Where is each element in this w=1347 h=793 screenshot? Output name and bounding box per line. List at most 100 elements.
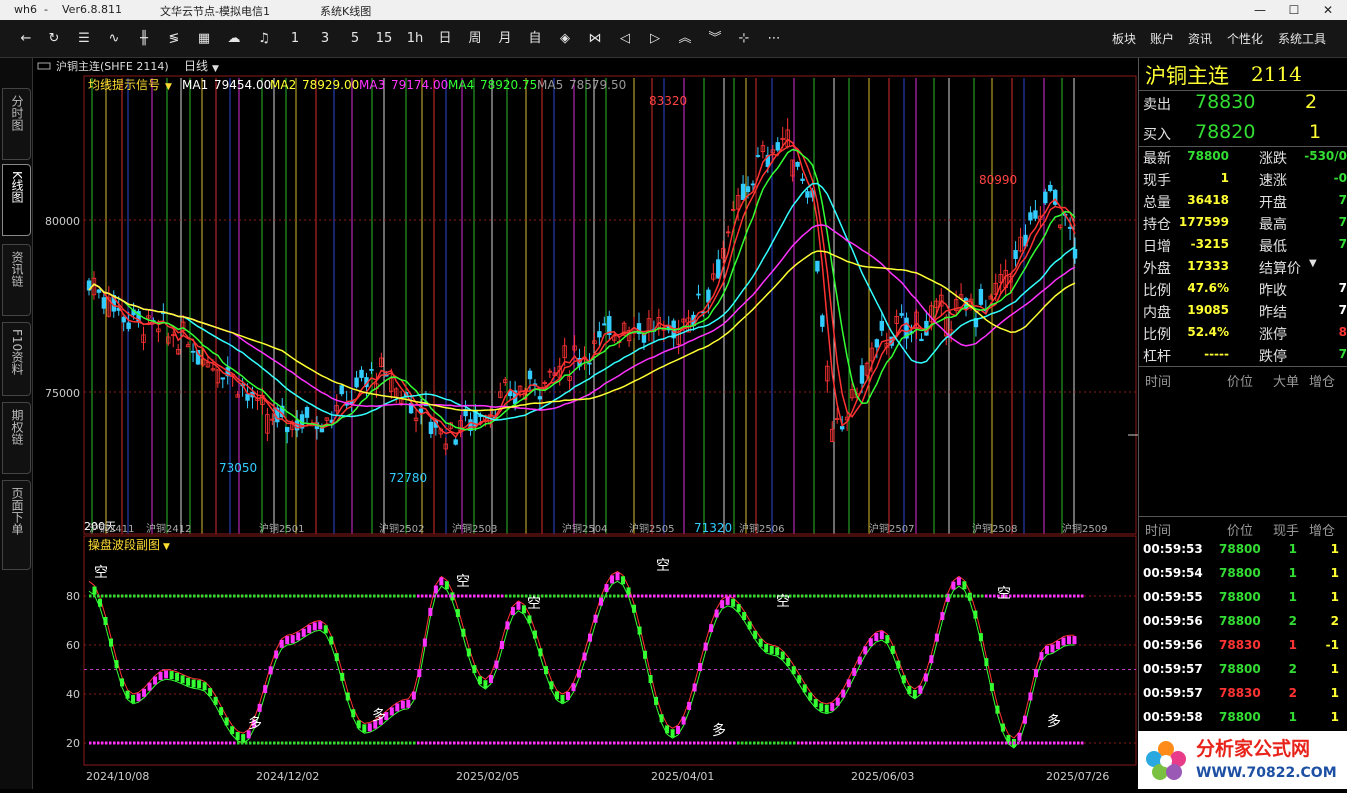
band-dot xyxy=(265,594,268,598)
band-dot xyxy=(825,594,828,598)
menu-sector[interactable]: 板块 xyxy=(1112,28,1136,50)
osc-bar xyxy=(1033,669,1038,678)
candle-body xyxy=(859,365,865,384)
tab-label: 资讯链 xyxy=(10,251,24,287)
period-week[interactable]: 周 xyxy=(465,28,485,50)
signal-marker: 空 xyxy=(527,596,541,612)
list-icon[interactable]: ☰ xyxy=(74,28,94,50)
chevron-down-icon[interactable]: ▼ xyxy=(1309,258,1317,269)
osc-bar xyxy=(521,605,526,614)
line-chart-icon[interactable]: ∿ xyxy=(104,28,124,50)
tab-news-chain[interactable]: 资讯链 xyxy=(2,244,31,316)
period-5[interactable]: 5 xyxy=(345,28,365,50)
band-dot xyxy=(669,594,672,598)
tab-f10[interactable]: F10资料 xyxy=(2,322,31,396)
kline-icon[interactable]: ╫ xyxy=(134,28,154,50)
arrow-left-icon[interactable]: ◁ xyxy=(615,28,635,50)
period-1h[interactable]: 1h xyxy=(405,28,425,50)
tab-label: 分时图 xyxy=(10,95,24,131)
tab-order[interactable]: 页面下单 xyxy=(2,480,31,570)
band-dot xyxy=(817,741,820,745)
band-dot xyxy=(897,594,900,598)
band-dot xyxy=(1057,741,1060,745)
crosshair-icon[interactable]: ⊹ xyxy=(734,28,754,50)
close-button[interactable]: ✕ xyxy=(1311,0,1345,20)
band-dot xyxy=(309,741,312,745)
band-dot xyxy=(693,594,696,598)
band-dot xyxy=(1069,741,1072,745)
band-dot xyxy=(101,741,104,745)
hourglass-icon[interactable]: ⋈ xyxy=(585,28,605,50)
period-month[interactable]: 月 xyxy=(495,28,515,50)
band-dot xyxy=(397,594,400,598)
ma-value: 79454.00 xyxy=(214,78,271,92)
minimize-button[interactable]: — xyxy=(1243,0,1277,20)
band-dot xyxy=(989,741,992,745)
menu-personalize[interactable]: 个性化 xyxy=(1227,28,1263,50)
osc-bar xyxy=(109,638,114,647)
period-day[interactable]: 日 xyxy=(435,28,455,50)
band-dot xyxy=(733,741,736,745)
osc-bar xyxy=(841,689,846,698)
cloud-icon[interactable]: ☁ xyxy=(224,28,244,50)
band-dot xyxy=(737,741,740,745)
ask-label: 卖出 xyxy=(1143,97,1171,113)
band-dot xyxy=(925,741,928,745)
band-dot xyxy=(733,594,736,598)
period-custom[interactable]: 自 xyxy=(525,28,545,50)
band-dot xyxy=(277,594,280,598)
table-icon[interactable]: ▦ xyxy=(194,28,214,50)
tab-label: 页面下单 xyxy=(10,487,24,535)
refresh-icon[interactable]: ↻ xyxy=(44,28,64,50)
osc-bar xyxy=(428,607,433,616)
osc-bar xyxy=(340,672,345,681)
tab-options[interactable]: 期权链 xyxy=(2,402,31,474)
arrow-right-icon[interactable]: ▷ xyxy=(645,28,665,50)
band-dot xyxy=(625,594,628,598)
candle-body xyxy=(696,293,701,296)
band-dot xyxy=(1045,594,1048,598)
candle-body xyxy=(527,370,533,380)
kline-chart-area[interactable]: 沪铜主连(SHFE 2114) 日线 均线提示信号 MA1 79454.00 MA2 789… xyxy=(34,58,1138,789)
arrow-up-icon[interactable]: ︽ xyxy=(675,28,695,50)
maximize-button[interactable]: ☐ xyxy=(1277,0,1311,20)
band-dot xyxy=(553,741,556,745)
band-dot xyxy=(537,741,540,745)
tick-oi: 2 xyxy=(1330,614,1339,628)
back-icon[interactable]: ← xyxy=(16,28,36,50)
menu-account[interactable]: 账户 xyxy=(1150,28,1174,50)
band-dot xyxy=(1061,741,1064,745)
osc-bar xyxy=(791,666,796,675)
menu-system-tools[interactable]: 系统工具 xyxy=(1278,28,1326,50)
ma-name: MA4 xyxy=(448,78,474,92)
tick-volume: 1 xyxy=(1288,638,1297,652)
bell-icon[interactable]: ♫ xyxy=(254,28,274,50)
band-dot xyxy=(813,741,816,745)
tick-icon[interactable]: ≶ xyxy=(164,28,184,50)
menu-news[interactable]: 资讯 xyxy=(1188,28,1212,50)
osc-bar xyxy=(268,666,273,675)
tick-price: 78800 xyxy=(1219,662,1261,676)
band-dot xyxy=(821,594,824,598)
more-icon[interactable]: ⋯ xyxy=(764,28,784,50)
osc-bar xyxy=(230,726,235,735)
band-dot xyxy=(325,741,328,745)
tab-kline[interactable]: K线图 xyxy=(2,164,31,236)
band-dot xyxy=(445,594,448,598)
ma-name: MA5 xyxy=(537,78,563,92)
contract-label: 沪铜2508 xyxy=(972,522,1017,535)
band-dot xyxy=(557,594,560,598)
arrow-down-icon[interactable]: ︾ xyxy=(705,28,725,50)
band-dot xyxy=(441,741,444,745)
period-15[interactable]: 15 xyxy=(374,28,394,50)
osc-bar xyxy=(780,651,785,660)
band-dot xyxy=(685,741,688,745)
band-dot xyxy=(565,741,568,745)
tab-intraday[interactable]: 分时图 xyxy=(2,88,31,160)
chart-canvas[interactable]: 沪铜主连(SHFE 2114) 日线均线提示信号 MA1 79454.00MA2 789… xyxy=(34,58,1138,789)
period-3[interactable]: 3 xyxy=(315,28,335,50)
period-1[interactable]: 1 xyxy=(285,28,305,50)
split-icon[interactable]: ◈ xyxy=(555,28,575,50)
osc-bar xyxy=(654,696,659,705)
band-dot xyxy=(297,741,300,745)
